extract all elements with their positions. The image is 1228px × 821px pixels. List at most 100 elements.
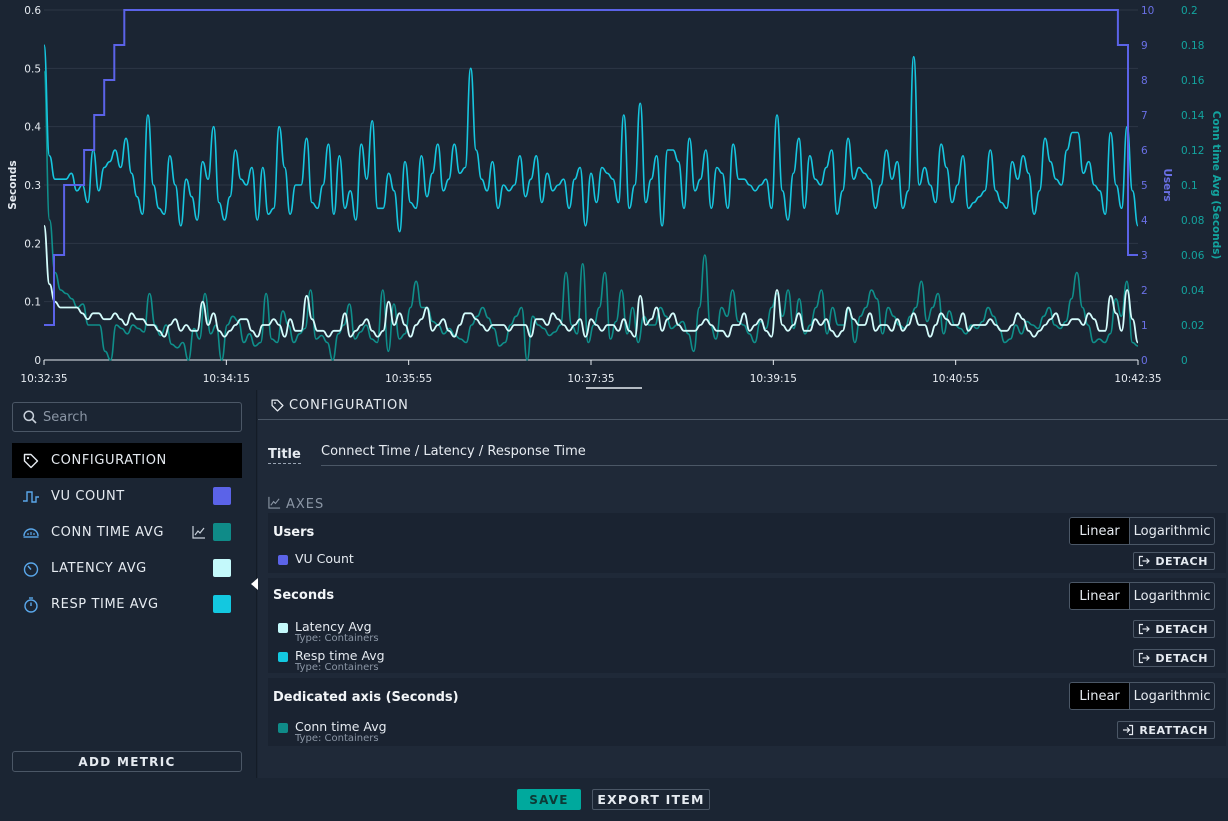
y-tick-label-dedicated: 0.08 <box>1181 215 1204 227</box>
scale-option-logarithmic[interactable]: Logarithmic <box>1129 518 1214 544</box>
y-tick-label-dedicated: 0.1 <box>1181 180 1198 192</box>
sidebar-item-vu-count[interactable]: VU COUNT <box>12 479 242 514</box>
x-tick-label: 10:40:55 <box>932 373 979 385</box>
x-tick-label: 10:42:35 <box>1114 373 1161 385</box>
y-tick-label-dedicated: 0.18 <box>1181 40 1204 52</box>
axis-group-users: Users Linear Logarithmic VU Count DETACH <box>268 513 1226 573</box>
axis-group-dedicated: Dedicated axis (Seconds) Linear Logarith… <box>268 678 1226 746</box>
detach-button[interactable]: DETACH <box>1133 620 1215 638</box>
y-tick-label-users: 3 <box>1141 250 1148 262</box>
axis-metric-resp-time-avg: Resp time Avg Type: Containers <box>278 647 578 673</box>
y-tick-label-users: 9 <box>1141 40 1148 52</box>
metric-type: Type: Containers <box>295 662 379 673</box>
detach-label: DETACH <box>1155 622 1208 636</box>
y-tick-label-users: 1 <box>1141 320 1148 332</box>
search-placeholder: Search <box>43 409 88 425</box>
configuration-panel: CONFIGURATION Title Connect Time / Laten… <box>258 390 1228 778</box>
metric-name: Latency Avg <box>295 619 372 634</box>
y-axis-title-left: Seconds <box>7 160 19 209</box>
scale-toggle-seconds: Linear Logarithmic <box>1069 582 1215 610</box>
y-tick-label-users: 8 <box>1141 75 1148 87</box>
line-chart-icon[interactable] <box>192 525 206 539</box>
detach-label: DETACH <box>1155 651 1208 665</box>
metric-name: VU Count <box>295 551 354 566</box>
search-icon <box>23 410 37 424</box>
color-swatch-latency-avg[interactable] <box>213 559 231 577</box>
footer-bar: SAVE EXPORT ITEM <box>0 778 1228 821</box>
color-swatch-resp-time-avg[interactable] <box>213 595 231 613</box>
axis-group-name: Users <box>273 525 315 540</box>
sidebar-item-latency-avg[interactable]: LATENCY AVG <box>12 551 242 586</box>
y-tick-label-left: 0 <box>34 355 41 367</box>
sidebar-item-configuration[interactable]: CONFIGURATION <box>12 443 242 478</box>
series-line-vu <box>44 9 1138 326</box>
axis-metric-latency-avg: Latency Avg Type: Containers <box>278 618 578 644</box>
x-tick-label: 10:39:15 <box>750 373 797 385</box>
y-tick-label-users: 4 <box>1141 215 1148 227</box>
color-swatch-vu-count[interactable] <box>213 487 231 505</box>
sidebar-item-label: CONFIGURATION <box>51 453 167 468</box>
tag-icon <box>23 453 39 469</box>
add-metric-button[interactable]: ADD METRIC <box>12 751 242 772</box>
y-tick-label-users: 10 <box>1141 5 1154 17</box>
scale-option-linear[interactable]: Linear <box>1070 518 1130 544</box>
scale-option-logarithmic[interactable]: Logarithmic <box>1129 583 1214 609</box>
color-swatch-conn-time-avg[interactable] <box>213 523 231 541</box>
y-axis-title-dedicated: Conn time Avg (Seconds) <box>1210 111 1222 260</box>
y-axis-title-users: Users <box>1161 168 1173 201</box>
y-tick-label-left: 0.3 <box>24 180 41 192</box>
y-tick-label-dedicated: 0.06 <box>1181 250 1205 262</box>
metric-color-dot <box>278 555 288 565</box>
gauge-icon <box>23 528 39 538</box>
time-series-chart[interactable]: 0 0.1 0.2 0.3 0.4 0.5 0.6 0 1 2 3 4 5 6 7 8 9 10 0 0.02 0.04… <box>0 0 1228 390</box>
x-tick-label: 10:35:55 <box>385 373 432 385</box>
y-tick-label-left: 0.2 <box>24 238 41 250</box>
timer-icon <box>23 562 39 577</box>
metric-color-dot <box>278 652 288 662</box>
scale-option-linear[interactable]: Linear <box>1070 583 1130 609</box>
metric-type: Type: Containers <box>295 733 379 744</box>
y-tick-label-users: 5 <box>1141 180 1148 192</box>
y-tick-label-left: 0.6 <box>24 5 41 17</box>
scale-toggle-users: Linear Logarithmic <box>1069 517 1215 545</box>
sidebar-item-resp-time-avg[interactable]: RESP TIME AVG <box>12 587 242 622</box>
sidebar-item-conn-time-avg[interactable]: CONN TIME AVG <box>12 515 242 550</box>
scale-option-logarithmic[interactable]: Logarithmic <box>1129 683 1214 709</box>
metric-color-dot <box>278 623 288 633</box>
x-tick-label: 10:37:35 <box>567 373 614 385</box>
sidebar-item-label: VU COUNT <box>51 489 125 504</box>
axis-metric-conn-time-avg: Conn time Avg Type: Containers <box>278 718 578 744</box>
step-wave-icon <box>23 491 39 503</box>
y-tick-label-dedicated: 0 <box>1181 355 1188 367</box>
title-input[interactable]: Connect Time / Latency / Response Time <box>321 442 1217 466</box>
y-tick-label-dedicated: 0.04 <box>1181 285 1205 297</box>
configuration-heading: CONFIGURATION <box>289 398 409 413</box>
sidebar-item-label: RESP TIME AVG <box>51 597 159 612</box>
search-input[interactable]: Search <box>12 402 242 432</box>
collapse-sidebar-icon[interactable] <box>251 578 258 590</box>
y-tick-label-dedicated: 0.14 <box>1181 110 1205 122</box>
y-tick-label-users: 7 <box>1141 110 1148 122</box>
reattach-icon <box>1123 724 1134 736</box>
line-chart-icon <box>268 496 281 509</box>
export-item-button[interactable]: EXPORT ITEM <box>592 789 710 810</box>
y-tick-label-left: 0.5 <box>24 63 41 75</box>
series-line-conn <box>43 70 1139 361</box>
y-tick-label-dedicated: 0.2 <box>1181 5 1198 17</box>
detach-button[interactable]: DETACH <box>1133 552 1215 570</box>
axis-group-seconds: Seconds Linear Logarithmic Latency Avg T… <box>268 578 1226 673</box>
detach-icon <box>1139 623 1151 635</box>
scale-toggle-dedicated: Linear Logarithmic <box>1069 682 1215 710</box>
axes-heading-label: AXES <box>286 497 325 512</box>
chart-canvas[interactable]: 0 0.1 0.2 0.3 0.4 0.5 0.6 0 1 2 3 4 5 6 7 8 9 10 0 0.02 0.04… <box>0 0 1228 390</box>
reattach-label: REATTACH <box>1139 723 1208 737</box>
scale-option-linear[interactable]: Linear <box>1070 683 1130 709</box>
y-tick-label-users: 2 <box>1141 285 1148 297</box>
metric-color-dot <box>278 723 288 733</box>
save-button[interactable]: SAVE <box>517 789 581 810</box>
y-tick-label-dedicated: 0.16 <box>1181 75 1205 87</box>
detach-icon <box>1139 555 1151 567</box>
detach-button[interactable]: DETACH <box>1133 649 1215 667</box>
reattach-button[interactable]: REATTACH <box>1117 721 1215 739</box>
y-tick-label-users: 6 <box>1141 145 1148 157</box>
